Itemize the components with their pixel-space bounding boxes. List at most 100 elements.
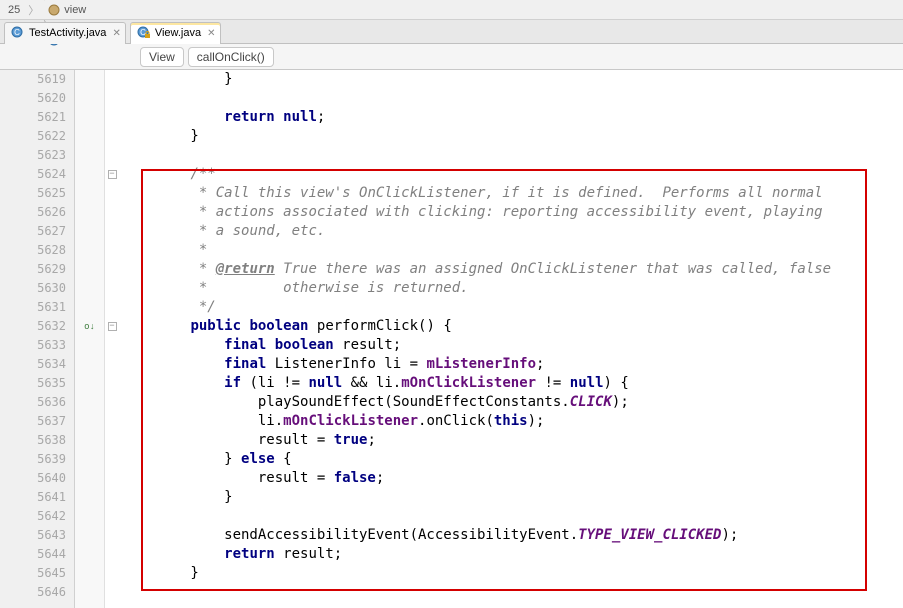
breadcrumb-label: view — [64, 4, 86, 16]
gutter-marker-cell — [75, 431, 104, 450]
tab-view-java[interactable]: CView.java✕ — [130, 22, 221, 44]
line-number: 5629 — [0, 260, 74, 279]
code-line[interactable]: } — [119, 70, 903, 89]
nav-method-dropdown[interactable]: callOnClick() — [188, 47, 274, 67]
close-icon[interactable]: ✕ — [207, 28, 215, 39]
gutter-marker-cell — [75, 450, 104, 469]
fold-cell — [105, 469, 119, 488]
line-number: 5640 — [0, 469, 74, 488]
line-number: 5619 — [0, 70, 74, 89]
gutter-marker-cell — [75, 241, 104, 260]
code-line[interactable]: * otherwise is returned. — [119, 279, 903, 298]
code-line[interactable]: * Call this view's OnClickListener, if i… — [119, 184, 903, 203]
code-line[interactable]: return null; — [119, 108, 903, 127]
line-number: 5623 — [0, 146, 74, 165]
code-line[interactable]: return result; — [119, 545, 903, 564]
code-line[interactable]: result = true; — [119, 431, 903, 450]
override-icon[interactable]: o↓ — [84, 322, 95, 332]
code-content[interactable]: } return null; } /** * Call this view's … — [119, 70, 903, 608]
gutter-marker-cell — [75, 89, 104, 108]
code-line[interactable] — [119, 146, 903, 165]
fold-cell — [105, 526, 119, 545]
code-line[interactable]: sendAccessibilityEvent(AccessibilityEven… — [119, 526, 903, 545]
code-line[interactable]: * — [119, 241, 903, 260]
fold-cell — [105, 564, 119, 583]
line-number: 5642 — [0, 507, 74, 526]
gutter-marker-cell: o↓ — [75, 317, 104, 336]
line-number: 5626 — [0, 203, 74, 222]
fold-cell — [105, 203, 119, 222]
code-line[interactable]: /** — [119, 165, 903, 184]
line-number: 5622 — [0, 127, 74, 146]
fold-cell — [105, 393, 119, 412]
line-number: 5625 — [0, 184, 74, 203]
line-number: 5644 — [0, 545, 74, 564]
line-number: 5641 — [0, 488, 74, 507]
fold-cell: − — [105, 165, 119, 184]
fold-cell — [105, 412, 119, 431]
fold-cell — [105, 450, 119, 469]
gutter-marker-cell — [75, 583, 104, 602]
line-number: 5636 — [0, 393, 74, 412]
fold-cell — [105, 89, 119, 108]
fold-cell — [105, 127, 119, 146]
line-number: 5645 — [0, 564, 74, 583]
chevron-right-icon: 〉 — [26, 2, 41, 18]
gutter-marker-cell — [75, 412, 104, 431]
gutter-marker-cell — [75, 165, 104, 184]
fold-cell — [105, 222, 119, 241]
line-number-gutter: 5619562056215622562356245625562656275628… — [0, 70, 75, 608]
breadcrumb-item-view[interactable]: view — [41, 3, 107, 17]
nav-class-dropdown[interactable]: View — [140, 47, 184, 67]
line-number: 5628 — [0, 241, 74, 260]
fold-toggle-icon[interactable]: − — [108, 322, 117, 331]
class-icon: C — [11, 26, 25, 40]
code-line[interactable] — [119, 507, 903, 526]
tab-label: TestActivity.java — [29, 27, 106, 39]
code-line[interactable] — [119, 89, 903, 108]
close-icon[interactable]: ✕ — [112, 28, 120, 39]
code-line[interactable] — [119, 583, 903, 602]
line-number: 5621 — [0, 108, 74, 127]
code-line[interactable]: */ — [119, 298, 903, 317]
svg-text:C: C — [14, 28, 20, 37]
code-line[interactable]: final ListenerInfo li = mListenerInfo; — [119, 355, 903, 374]
line-number: 5643 — [0, 526, 74, 545]
gutter-marker-cell — [75, 488, 104, 507]
code-line[interactable]: playSoundEffect(SoundEffectConstants.CLI… — [119, 393, 903, 412]
fold-cell — [105, 70, 119, 89]
code-line[interactable]: * @return True there was an assigned OnC… — [119, 260, 903, 279]
gutter-marker-cell — [75, 469, 104, 488]
fold-cell: − — [105, 317, 119, 336]
code-line[interactable]: * actions associated with clicking: repo… — [119, 203, 903, 222]
code-line[interactable]: final boolean result; — [119, 336, 903, 355]
code-line[interactable]: } else { — [119, 450, 903, 469]
code-line[interactable]: if (li != null && li.mOnClickListener !=… — [119, 374, 903, 393]
fold-cell — [105, 355, 119, 374]
fold-cell — [105, 545, 119, 564]
code-line[interactable]: } — [119, 127, 903, 146]
code-line[interactable]: result = false; — [119, 469, 903, 488]
class-locked-icon: C — [137, 26, 151, 40]
code-line[interactable]: li.mOnClickListener.onClick(this); — [119, 412, 903, 431]
fold-cell — [105, 241, 119, 260]
method-navigation-bar: View callOnClick() — [0, 44, 903, 70]
line-number: 5635 — [0, 374, 74, 393]
code-line[interactable]: } — [119, 488, 903, 507]
gutter-marker-cell — [75, 203, 104, 222]
fold-column: −− — [105, 70, 119, 608]
line-number: 5631 — [0, 298, 74, 317]
marker-column: o↓ — [75, 70, 105, 608]
code-line[interactable]: } — [119, 564, 903, 583]
gutter-marker-cell — [75, 526, 104, 545]
tab-testactivity-java[interactable]: C TestActivity.java ✕ — [4, 22, 126, 44]
code-line[interactable]: * a sound, etc. — [119, 222, 903, 241]
fold-toggle-icon[interactable]: − — [108, 170, 117, 179]
code-line[interactable]: public boolean performClick() { — [119, 317, 903, 336]
fold-cell — [105, 184, 119, 203]
line-number: 5627 — [0, 222, 74, 241]
line-number: 5639 — [0, 450, 74, 469]
editor-area[interactable]: 5619562056215622562356245625562656275628… — [0, 70, 903, 608]
line-number: 5638 — [0, 431, 74, 450]
line-number: 5634 — [0, 355, 74, 374]
